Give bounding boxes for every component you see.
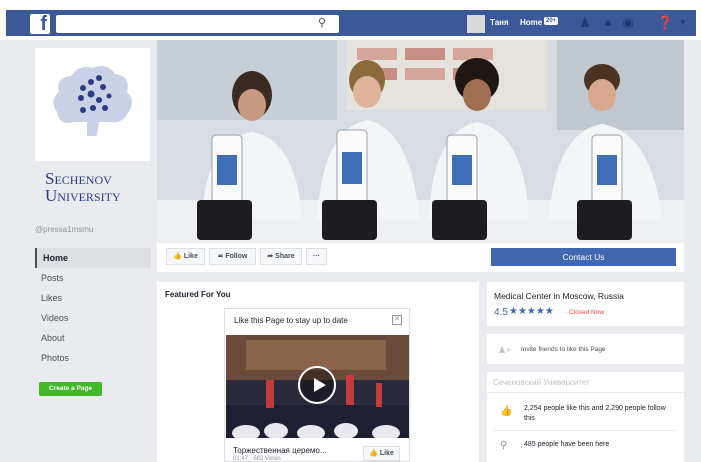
rating-stars[interactable]: ★★★★★ <box>509 306 554 317</box>
more-options-button[interactable]: ··· <box>306 248 327 265</box>
chevron-down-icon[interactable]: ▼ <box>676 16 690 30</box>
page-title: Sechenov University <box>45 170 155 204</box>
page-title-line2: University <box>45 186 121 205</box>
divider <box>494 430 678 431</box>
follow-button[interactable]: ≖ Follow <box>209 248 256 265</box>
facebook-logo[interactable]: f <box>30 13 50 35</box>
friends-icon[interactable]: ♟ <box>578 16 592 30</box>
invite-friends-link[interactable]: Invite friends to like this Page <box>521 346 606 353</box>
open-status: · Closed Now <box>565 309 605 316</box>
messenger-icon[interactable]: ● <box>601 16 615 30</box>
create-page-button[interactable]: Create a Page <box>39 382 102 396</box>
user-name-link[interactable]: Таня <box>490 18 509 27</box>
sidebar-item-posts[interactable]: Posts <box>35 268 151 288</box>
like-page-button[interactable]: 👍 Like <box>166 248 205 265</box>
sidebar-item-videos[interactable]: Videos <box>35 308 151 328</box>
close-icon[interactable]: ✕ <box>392 315 402 325</box>
card-like-button[interactable]: 👍 Like <box>363 446 400 461</box>
globe-icon[interactable]: ◉ <box>621 16 635 30</box>
thumbs-up-icon: 👍 <box>500 406 513 417</box>
community-title: Сеченовский Университет <box>493 378 590 387</box>
share-label: Share <box>275 253 295 260</box>
sechenov-tree-logo <box>53 66 132 136</box>
contact-us-button[interactable]: Contact Us <box>491 248 676 266</box>
like-prompt-title: Like this Page to stay up to date <box>234 316 348 325</box>
page-info-card <box>487 282 684 326</box>
home-notification-badge: 20+ <box>544 17 559 25</box>
page-handle[interactable]: @pressa1msmu <box>35 225 93 234</box>
location-pin-icon: ⚲ <box>500 440 508 451</box>
video-title[interactable]: Торжественная церемо... <box>233 446 327 455</box>
sidebar-item-home[interactable]: Home <box>35 248 151 268</box>
featured-title: Featured For You <box>165 290 231 299</box>
checkins-count: 485 people have been here <box>524 441 610 448</box>
rating-value: 4.5 <box>494 307 508 318</box>
cover-photo[interactable] <box>157 40 684 243</box>
sidebar-item-likes[interactable]: Likes <box>35 288 151 308</box>
add-friend-icon: ♟+ <box>498 345 512 355</box>
page-sidebar-nav: Home Posts Likes Videos About Photos <box>35 248 151 368</box>
help-icon[interactable]: ❓ <box>657 16 673 30</box>
share-button[interactable]: ➦ Share <box>260 248 302 265</box>
follow-label: Follow <box>225 253 248 260</box>
page-title-line1: Sechenov <box>45 169 112 188</box>
likes-count: 2,254 people like this and 2,290 people … <box>524 405 666 422</box>
like-page-label: Like <box>183 253 198 260</box>
sidebar-item-photos[interactable]: Photos <box>35 348 151 368</box>
search-icon[interactable]: ⚲ <box>318 17 330 29</box>
play-icon[interactable] <box>298 366 336 404</box>
user-avatar[interactable] <box>467 15 485 33</box>
home-link[interactable]: Home <box>520 18 542 27</box>
search-input[interactable] <box>56 15 339 33</box>
divider <box>487 392 684 393</box>
card-like-label: Like <box>379 450 394 457</box>
facebook-logo-letter: f <box>40 13 47 35</box>
page-category[interactable]: Medical Center in Moscow, Russia <box>494 291 624 301</box>
sidebar-item-about[interactable]: About <box>35 328 151 348</box>
video-meta: 01:47 · 682 Views <box>233 456 281 462</box>
